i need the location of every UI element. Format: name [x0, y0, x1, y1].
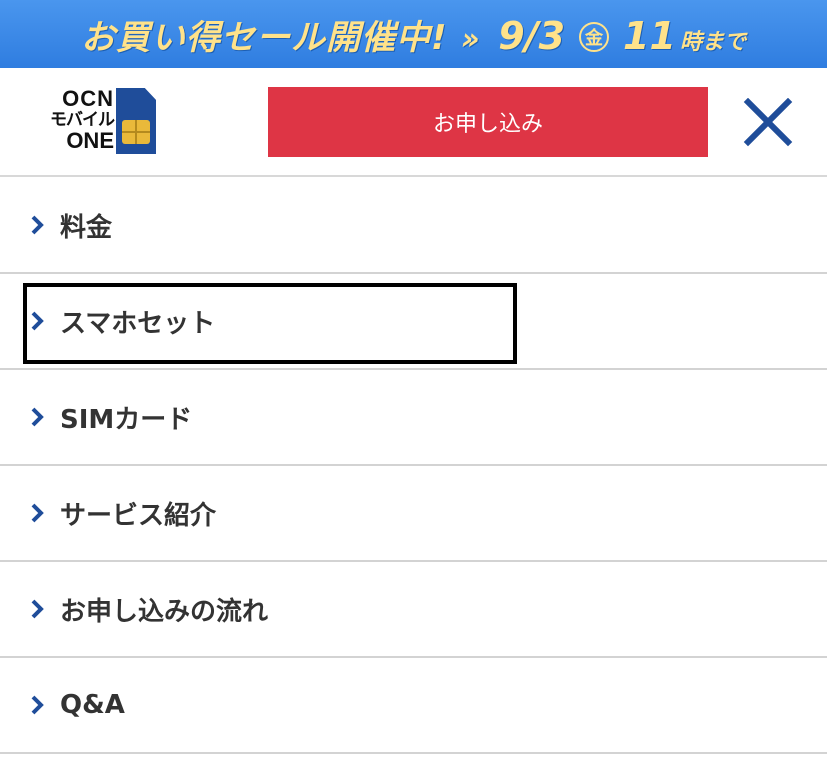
nav-menu: 料金 スマホセット SIMカード サービス紹介 お申し込みの流れ Q&A — [0, 178, 827, 754]
close-x-icon — [743, 97, 793, 147]
menu-item-service-intro[interactable]: サービス紹介 — [0, 466, 827, 562]
chevron-right-icon — [30, 212, 50, 238]
logo-line-mobile: モバイル — [50, 110, 115, 129]
menu-item-label: Q&A — [60, 690, 125, 720]
sale-end-time: 11 — [623, 13, 676, 58]
logo-text: OCN モバイル ONE — [22, 86, 115, 153]
chevron-right-icon — [30, 308, 50, 334]
double-chevron-right-icon: ›› — [461, 21, 481, 57]
menu-item-smartphone-set[interactable]: スマホセット — [0, 274, 827, 370]
menu-item-label: スマホセット — [60, 308, 216, 339]
menu-item-pricing[interactable]: 料金 — [0, 178, 827, 274]
logo-line-one: ONE — [66, 128, 114, 153]
menu-item-label: SIMカード — [60, 404, 193, 435]
apply-button[interactable]: お申し込み — [268, 87, 708, 157]
logo-line-ocn: OCN — [62, 86, 114, 111]
sale-banner-title: お買い得セール開催中! — [81, 17, 448, 58]
sale-end-suffix: 時まで — [679, 29, 746, 55]
chevron-right-icon — [30, 404, 50, 430]
chevron-right-icon — [30, 692, 50, 718]
sale-banner-content: お買い得セール開催中! ›› 9/3 金 11 時まで — [81, 10, 746, 59]
sale-banner[interactable]: お買い得セール開催中! ›› 9/3 金 11 時まで — [0, 0, 827, 68]
menu-item-application-flow[interactable]: お申し込みの流れ — [0, 562, 827, 658]
sale-end-date: 9/3 — [498, 13, 566, 58]
header: OCN モバイル ONE お申し込み — [0, 68, 827, 177]
menu-item-label: お申し込みの流れ — [60, 596, 269, 627]
ocn-mobile-one-logo[interactable]: OCN モバイル ONE — [22, 88, 158, 154]
sim-chip-icon — [122, 120, 150, 144]
close-button[interactable] — [740, 97, 796, 148]
chevron-right-icon — [30, 500, 50, 526]
menu-item-label: サービス紹介 — [60, 500, 217, 531]
sale-end-day-of-week: 金 — [579, 21, 610, 52]
menu-item-faq[interactable]: Q&A — [0, 658, 827, 754]
chevron-right-icon — [30, 596, 50, 622]
menu-item-label: 料金 — [60, 212, 113, 243]
menu-item-sim-card[interactable]: SIMカード — [0, 370, 827, 466]
